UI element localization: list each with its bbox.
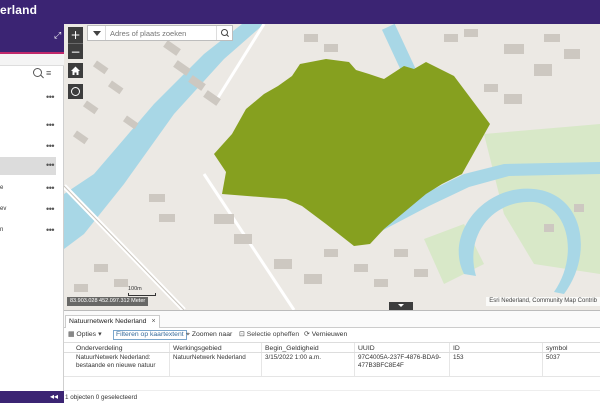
table-cell: NatuurNetwerk Nederland — [169, 353, 261, 376]
table-cell: 97C4005A-237F-4876-BDA9-477B3BFC8E4F — [354, 353, 449, 376]
header-bar: erland — [0, 0, 600, 24]
tab-label: Natuurnetwerk Nederland — [69, 318, 147, 325]
column-header[interactable]: UUID — [354, 343, 449, 352]
layer-item[interactable]: n ••• — [0, 222, 56, 240]
zoom-to-button[interactable]: ⌖ Zoomen naar — [186, 330, 232, 340]
search-icon[interactable] — [33, 68, 42, 77]
clear-selection-button[interactable]: ⊡ Selectie opheffen — [239, 330, 299, 340]
table-cell: 5037 — [542, 353, 600, 376]
locate-button[interactable] — [68, 84, 83, 99]
map-view[interactable] — [64, 24, 600, 310]
zoom-in-button[interactable]: + — [68, 27, 83, 43]
chevron-down-icon: ▾ — [98, 331, 102, 338]
more-icon[interactable]: ••• — [46, 204, 54, 214]
coordinate-readout: 83.903.028 452.097.312 Meter — [67, 297, 149, 306]
table-toolbar: ▦ Opties ▾ Filteren op kaartextent ⌖ Zoomen… — [64, 329, 600, 341]
clear-selection-icon: ⊡ — [239, 331, 245, 338]
layer-label: n — [0, 227, 4, 233]
layer-label: ev — [0, 206, 7, 212]
refresh-icon: ⟳ — [304, 331, 310, 338]
home-button[interactable] — [68, 63, 83, 78]
locate-icon — [71, 87, 80, 96]
zoom-out-button[interactable]: − — [68, 43, 83, 59]
layer-item-active[interactable]: ••• — [0, 157, 56, 175]
more-icon[interactable]: ••• — [46, 160, 54, 170]
refresh-button[interactable]: ⟳ Vernieuwen — [304, 330, 347, 340]
layer-item[interactable]: ••• — [0, 89, 56, 107]
more-icon[interactable]: ••• — [46, 141, 54, 151]
column-header[interactable]: Onderverdeling — [73, 343, 169, 352]
search-icon — [221, 29, 228, 36]
sidebar-footer: ◂◂ — [0, 391, 64, 403]
filter-icon[interactable]: ≡ — [46, 68, 56, 78]
clear-selection-label: Selectie opheffen — [246, 331, 300, 338]
layer-item[interactable]: e ••• — [0, 180, 56, 198]
grid-icon: ▦ — [68, 331, 75, 338]
column-header[interactable]: Werkingsgebied — [169, 343, 261, 352]
home-icon — [71, 66, 80, 75]
collapse-icon[interactable]: ◂◂ — [50, 392, 58, 401]
pin-icon: ⌖ — [186, 331, 190, 338]
column-header[interactable]: symbol — [542, 343, 600, 352]
layer-sidebar: ⤢ ≡ ••• ••• ••• ••• e ••• ev ••• n ••• ◂… — [0, 24, 64, 403]
scale-bar: 100m — [128, 286, 156, 296]
table-toggle-handle[interactable] — [389, 302, 413, 310]
more-icon[interactable]: ••• — [46, 92, 54, 102]
column-header[interactable]: ID — [449, 343, 542, 352]
address-search-input[interactable] — [110, 27, 210, 39]
options-label: Opties — [76, 331, 97, 338]
more-icon[interactable]: ••• — [46, 120, 54, 130]
table-row[interactable]: NatuurNetwerk Nederland: bestaande en ni… — [64, 353, 600, 377]
column-header[interactable]: Begin_Geldigheid — [261, 343, 354, 352]
table-grid: Onderverdeling Werkingsgebied Begin_Geld… — [64, 342, 600, 377]
layer-item[interactable]: ••• — [0, 117, 56, 135]
scale-label: 100m — [128, 286, 142, 292]
map-canvas — [64, 24, 600, 310]
refresh-label: Vernieuwen — [311, 331, 348, 338]
layer-item[interactable]: ev ••• — [0, 201, 56, 219]
address-search — [87, 25, 233, 41]
table-cell: 3/15/2022 1:00 a.m. — [261, 353, 354, 376]
filter-extent-button[interactable]: Filteren op kaartextent — [113, 330, 187, 340]
layer-item[interactable]: ••• — [0, 138, 56, 156]
more-icon[interactable]: ••• — [46, 183, 54, 193]
table-cell: NatuurNetwerk Nederland: bestaande en ni… — [76, 354, 156, 369]
scale-bar-line — [128, 293, 156, 296]
sidebar-header: ⤢ — [0, 24, 64, 54]
table-cell: 153 — [449, 353, 542, 376]
table-header-row: Onderverdeling Werkingsgebied Begin_Geld… — [64, 342, 600, 353]
options-button[interactable]: ▦ Opties ▾ — [68, 330, 104, 340]
map-attribution: Esri Nederland, Community Map Contrib — [486, 297, 600, 306]
layer-search: ≡ — [33, 68, 57, 80]
tab-natuurnetwerk[interactable]: Natuurnetwerk Nederland × — [65, 315, 160, 328]
table-status: 1 objecten 0 geselecteerd — [64, 390, 600, 403]
close-icon[interactable]: × — [151, 318, 155, 325]
more-icon[interactable]: ••• — [46, 225, 54, 235]
zoom-to-label: Zoomen naar — [191, 331, 233, 338]
search-button[interactable] — [216, 26, 232, 40]
sidebar-toolbar — [0, 54, 64, 66]
search-source-dropdown[interactable] — [88, 26, 106, 40]
zoom-control: + − — [68, 27, 83, 59]
table-tabbar: Natuurnetwerk Nederland × — [64, 311, 600, 328]
app-title: erland — [0, 3, 38, 17]
layer-label: e — [0, 185, 4, 191]
expand-icon[interactable]: ⤢ — [54, 30, 64, 40]
